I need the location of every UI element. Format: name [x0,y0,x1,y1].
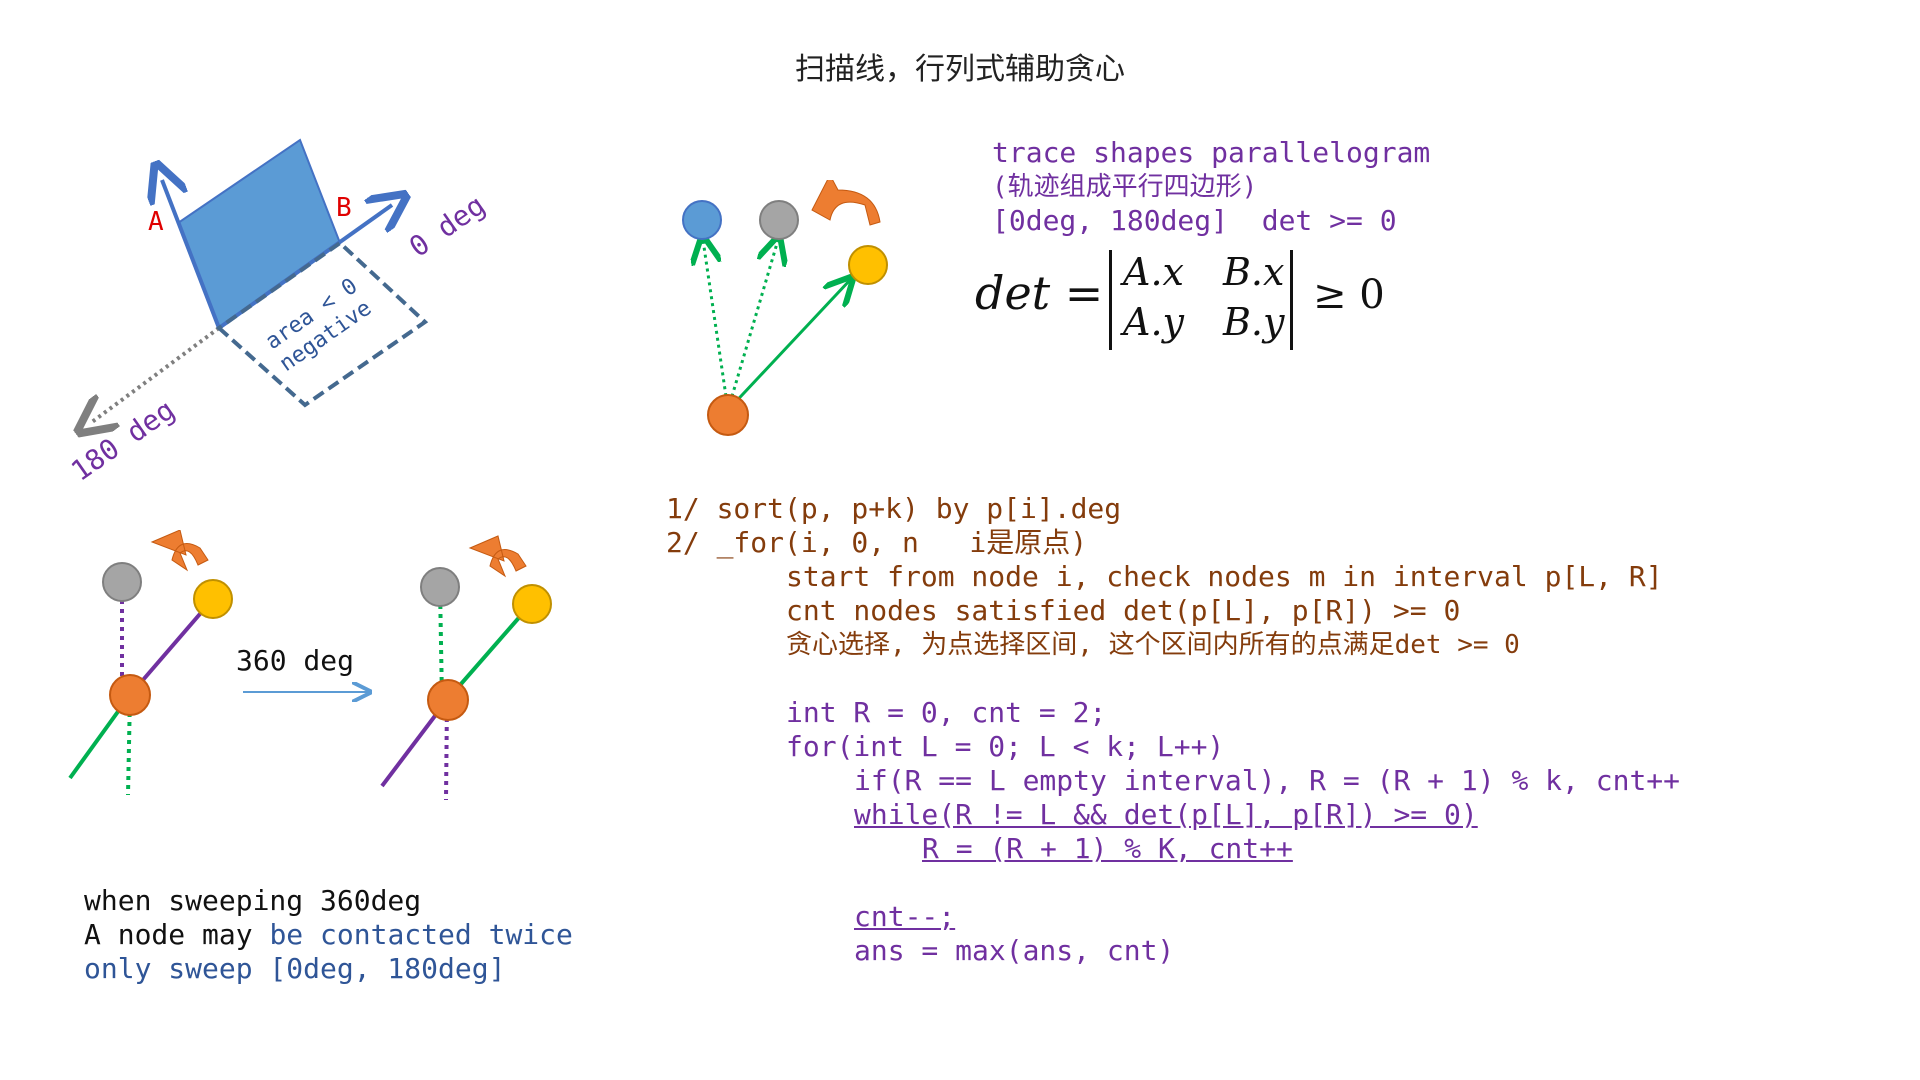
code-line-3: start from node i, check nodes m in inte… [786,560,1663,593]
yellow-node [848,245,888,285]
code-line-7: for(int L = 0; L < k; L++) [786,730,1225,763]
formula-by: B.y [1223,300,1285,344]
page-title: 扫描线，行列式辅助贪心 [795,52,1125,87]
node-fan-diagram [682,180,888,436]
matrix-right-bar [1290,250,1293,350]
origin-node [707,394,749,436]
code-line-4: cnt nodes satisfied det(p[L], p[R]) >= 0 [786,594,1461,627]
code-line-9: while(R != L && det(p[L], p[R]) >= 0) [854,798,1478,831]
gray-node-left [102,562,142,602]
code-line-5: 贪心选择, 为点选择区间, 这个区间内所有的点满足det >= 0 [786,630,1520,660]
code-line-10: R = (R + 1) % K, cnt++ [922,832,1293,865]
yellow-node-right [512,584,552,624]
formula-rhs: ≥ 0 [1313,272,1385,318]
note-line-2: A node may be contacted twice [84,918,573,952]
code-line-8: if(R == L empty interval), R = (R + 1) %… [854,764,1681,797]
code-line-2: 2/ _for(i, 0, n i是原点) [666,526,1088,559]
code-line-6: int R = 0, cnt = 2; [786,696,1107,729]
label-b: B [336,193,352,223]
rotate-arrow-icon-right [468,535,527,578]
origin-node-right [427,679,469,721]
blue-node [682,200,722,240]
trace-line-2: (轨迹组成平行四边形) [992,172,1258,202]
formula-lhs: det = [975,266,1104,320]
trace-line-1: trace shapes parallelogram [992,136,1431,169]
parallelogram-diagram: A B 0 deg 180 deg area < 0 negative [65,138,491,488]
rotate-arrow-icon [811,180,881,226]
trace-line-3: [0deg, 180deg] det >= 0 [992,204,1397,237]
label-360deg: 360 deg [236,644,354,677]
note-line-2-prefix: A node may [84,918,270,951]
sweep-diagram: 360 deg [68,530,552,801]
code-line-1: 1/ sort(p, p+k) by p[i].deg [666,492,1122,525]
label-a: A [148,207,164,237]
formula-ax: A.x [1123,250,1184,294]
gray-node-right [420,567,460,607]
label-0deg: 0 deg [403,188,491,263]
determinant-formula: det = A.x B.x A.y B.y ≥ 0 [975,250,1395,350]
yellow-node-left [193,579,233,619]
formula-ay: A.y [1123,300,1184,344]
code-line-11: cnt--; [854,900,956,933]
rotate-arrow-icon-left [150,530,209,572]
note-line-1: when sweeping 360deg [84,884,422,917]
gray-node [759,200,799,240]
label-180deg: 180 deg [65,393,181,488]
matrix-left-bar [1109,250,1112,350]
code-line-12: ans = max(ans, cnt) [854,934,1175,967]
note-line-3: only sweep [0deg, 180deg] [84,952,506,985]
note-line-2-emphasis: be contacted twice [269,918,573,951]
formula-bx: B.x [1223,250,1285,294]
origin-node-left [109,674,151,716]
